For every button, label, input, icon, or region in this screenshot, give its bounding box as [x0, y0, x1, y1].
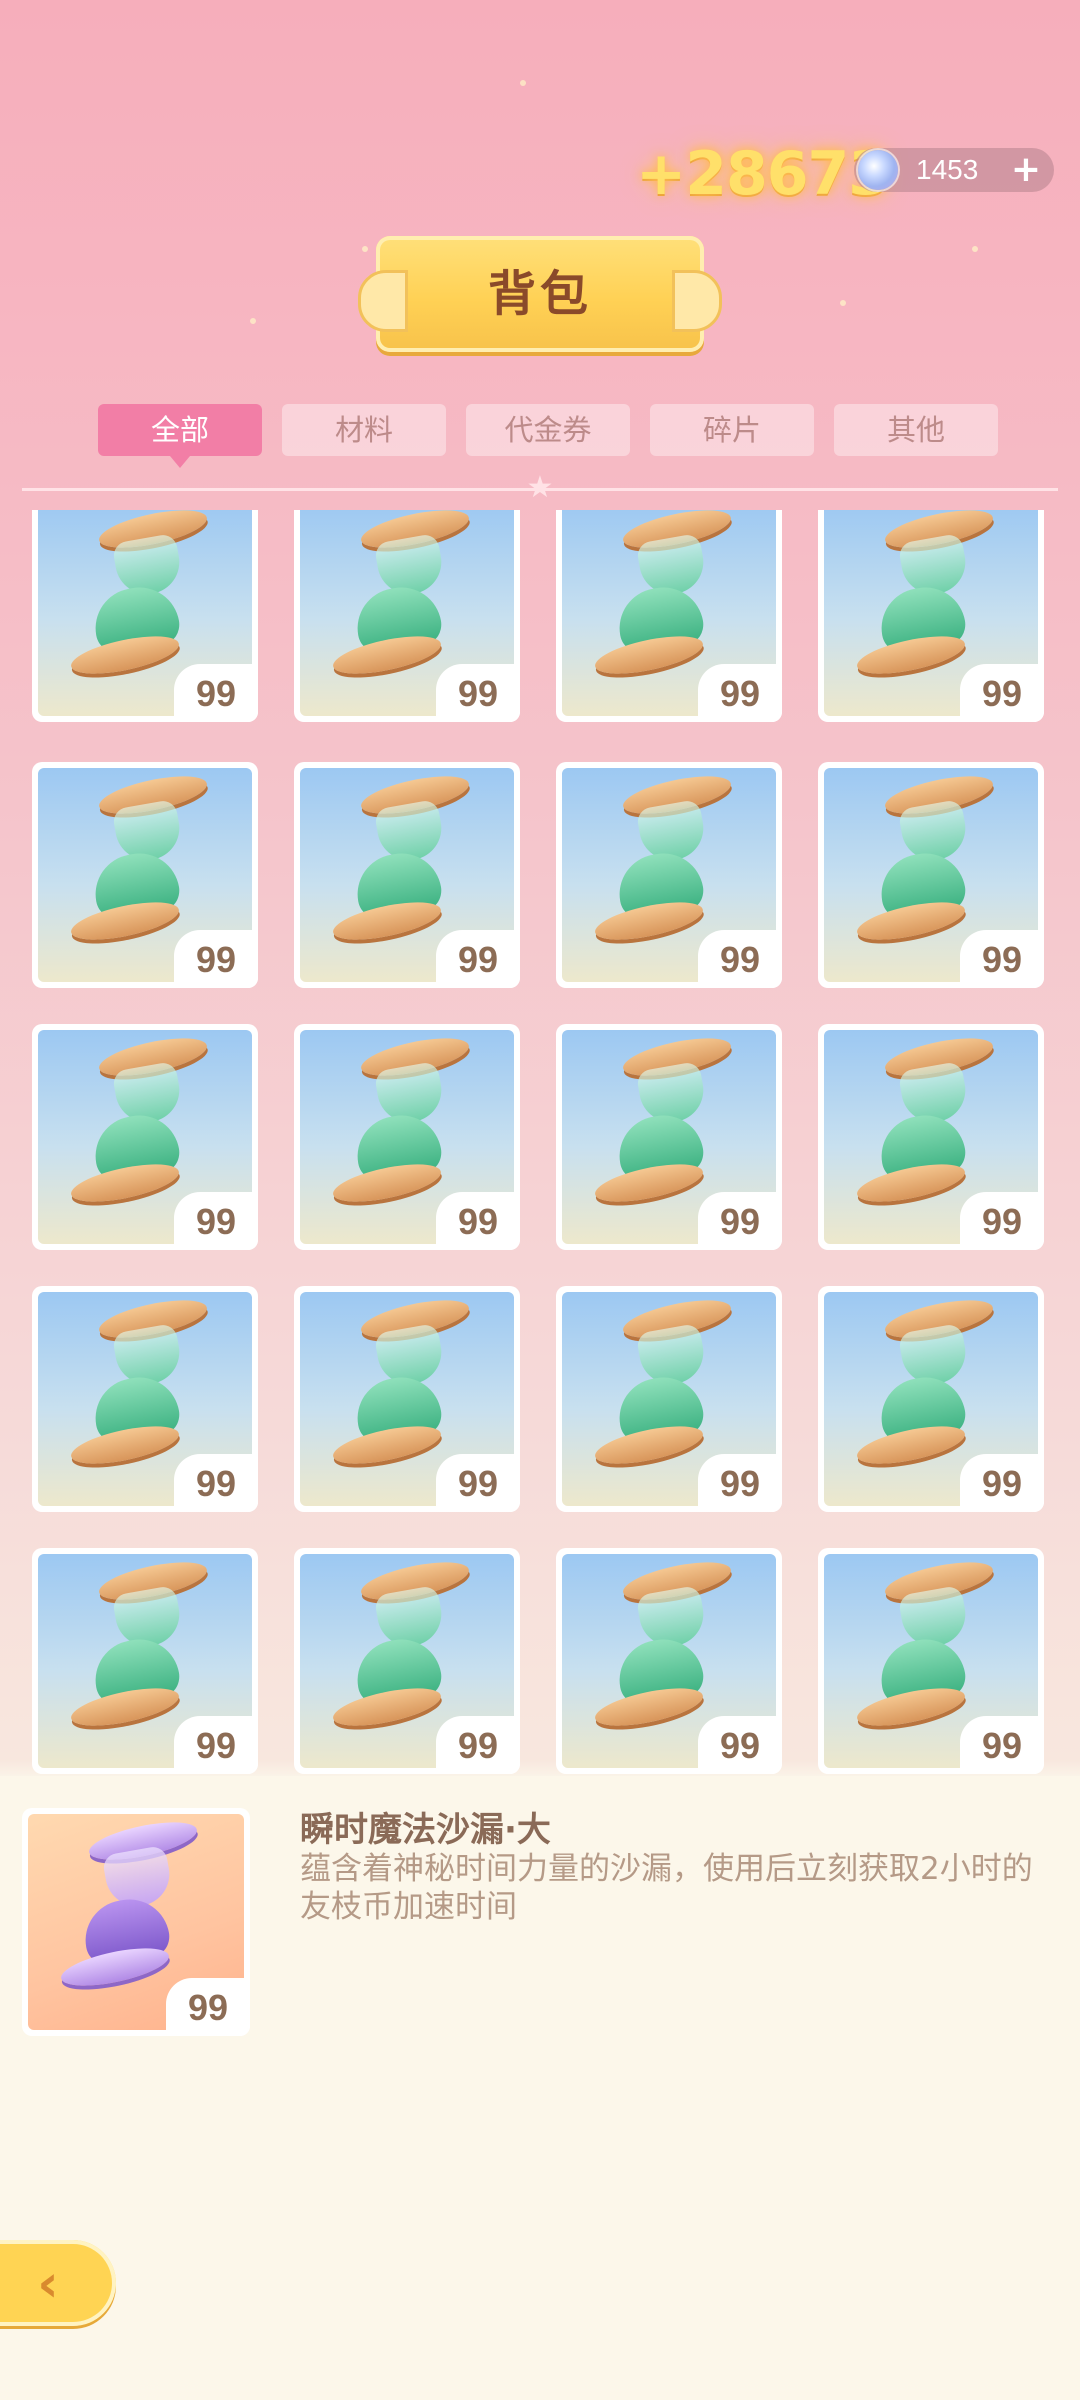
item-quantity: 99	[166, 1978, 250, 2036]
item-quantity: 99	[698, 1192, 782, 1250]
item-quantity: 99	[960, 1454, 1044, 1512]
item-quantity: 99	[436, 1716, 520, 1774]
inventory-item[interactable]: 99	[556, 1286, 782, 1512]
inventory-item[interactable]: 99	[556, 1548, 782, 1774]
inventory-item[interactable]: 99	[818, 1548, 1044, 1774]
item-quantity: 99	[698, 664, 782, 722]
item-quantity: 99	[960, 930, 1044, 988]
item-quantity: 99	[174, 664, 258, 722]
item-quantity: 99	[698, 1454, 782, 1512]
inventory-item[interactable]: 99	[32, 762, 258, 988]
item-quantity: 99	[436, 664, 520, 722]
inventory-item[interactable]: 99	[294, 1286, 520, 1512]
tab-materials[interactable]: 材料	[282, 404, 446, 456]
tab-other[interactable]: 其他	[834, 404, 998, 456]
sparkle-decoration	[972, 246, 978, 252]
gem-counter: 1453 +	[854, 148, 1054, 192]
inventory-item[interactable]: 99	[818, 1286, 1044, 1512]
inventory-grid[interactable]: 99 99 99 99 99 99 99 99 99 99 99 99 99 99 99 99 99 99 99 99	[0, 510, 1080, 1776]
selected-item-card: 99	[22, 1808, 250, 2036]
add-gems-button[interactable]: +	[1008, 152, 1044, 188]
inventory-item[interactable]: 99	[32, 510, 258, 722]
item-detail-panel: 99 瞬时魔法沙漏·大 蕴含着神秘时间力量的沙漏，使用后立刻获取2小时的友枝币加…	[0, 1776, 1080, 2400]
item-quantity: 99	[436, 1454, 520, 1512]
inventory-item[interactable]: 99	[294, 510, 520, 722]
inventory-item[interactable]: 99	[294, 1024, 520, 1250]
page-title-banner: 背包	[358, 236, 722, 352]
inventory-item[interactable]: 99	[294, 762, 520, 988]
back-arrow-icon: ‹	[37, 2254, 59, 2314]
tab-vouchers[interactable]: 代金券	[466, 404, 630, 456]
item-quantity: 99	[436, 1192, 520, 1250]
item-quantity: 99	[174, 1454, 258, 1512]
inventory-item[interactable]: 99	[556, 510, 782, 722]
gem-icon	[858, 150, 898, 190]
gold-amount: +28673	[636, 139, 890, 209]
item-quantity: 99	[436, 930, 520, 988]
item-quantity: 99	[174, 930, 258, 988]
sparkle-decoration	[362, 246, 368, 252]
sparkle-decoration	[520, 80, 526, 86]
item-quantity: 99	[698, 1716, 782, 1774]
item-quantity: 99	[960, 1716, 1044, 1774]
gem-amount: 1453	[916, 154, 979, 185]
item-quantity: 99	[174, 1716, 258, 1774]
inventory-item[interactable]: 99	[556, 762, 782, 988]
page-title: 背包	[487, 266, 592, 322]
sparkle-decoration	[250, 318, 256, 324]
item-description: 蕴含着神秘时间力量的沙漏，使用后立刻获取2小时的友枝币加速时间	[300, 1851, 1033, 1925]
sparkle-decoration	[840, 300, 846, 306]
inventory-item[interactable]: 99	[818, 1024, 1044, 1250]
inventory-item[interactable]: 99	[32, 1286, 258, 1512]
star-icon: ★	[526, 470, 554, 505]
inventory-item[interactable]: 99	[818, 510, 1044, 722]
inventory-item[interactable]: 99	[32, 1548, 258, 1774]
item-quantity: 99	[960, 1192, 1044, 1250]
currency-bar: +28673 1453 +	[636, 140, 1056, 208]
tab-all[interactable]: 全部	[98, 404, 262, 468]
item-quantity: 99	[698, 930, 782, 988]
tab-fragments[interactable]: 碎片	[650, 404, 814, 456]
back-button[interactable]: ‹	[0, 2240, 116, 2326]
inventory-item[interactable]: 99	[556, 1024, 782, 1250]
category-tabs: 全部 材料 代金券 碎片 其他	[98, 404, 998, 468]
item-quantity: 99	[174, 1192, 258, 1250]
item-name: 瞬时魔法沙漏·大	[300, 1810, 551, 1850]
inventory-item[interactable]: 99	[294, 1548, 520, 1774]
item-quantity: 99	[960, 664, 1044, 722]
inventory-item[interactable]: 99	[32, 1024, 258, 1250]
inventory-item[interactable]: 99	[818, 762, 1044, 988]
